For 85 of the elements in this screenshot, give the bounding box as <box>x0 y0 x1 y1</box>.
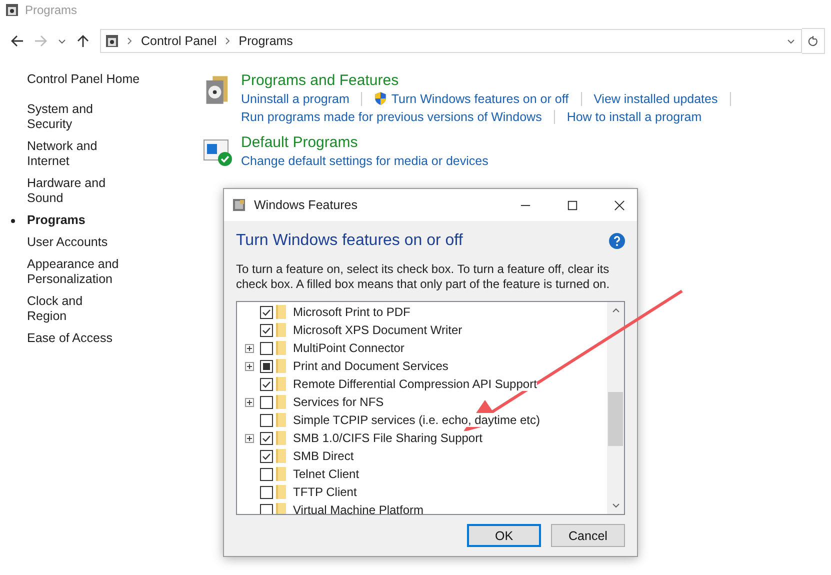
features-icon <box>232 198 246 212</box>
breadcrumb[interactable]: Programs <box>238 34 293 48</box>
link[interactable]: Uninstall a program <box>241 90 350 108</box>
link[interactable]: Change default settings for media or devices <box>241 152 488 170</box>
checkbox[interactable] <box>260 504 273 514</box>
scrollbar-thumb[interactable] <box>608 392 623 446</box>
shield-icon <box>374 91 388 106</box>
window-title: Programs <box>25 3 78 17</box>
checkbox[interactable] <box>260 486 273 498</box>
dialog-button[interactable]: Cancel <box>551 524 625 547</box>
feature-label[interactable]: SMB 1.0/CIFS File Sharing Support <box>293 431 482 445</box>
refresh-icon <box>807 35 819 47</box>
folder-icon <box>276 359 286 373</box>
sidebar-item[interactable]: Appearance and Personalization <box>27 257 122 287</box>
sidebar-item[interactable]: System and Security <box>27 102 122 132</box>
feature-label[interactable]: Remote Differential Compression API Support <box>293 377 537 391</box>
feature-label[interactable]: SMB Direct <box>293 449 354 463</box>
folder-icon <box>276 413 286 427</box>
sidebar-link[interactable]: Control Panel Home <box>27 72 203 86</box>
folder-icon <box>276 431 286 445</box>
maximize-icon[interactable] <box>567 200 578 210</box>
checkbox[interactable] <box>260 396 273 408</box>
folder-icon <box>276 449 286 463</box>
feature-label[interactable]: Services for NFS <box>293 395 384 409</box>
checkbox[interactable] <box>260 414 273 426</box>
refresh-button[interactable] <box>802 28 825 54</box>
up-arrow-icon[interactable] <box>76 34 90 48</box>
breadcrumb[interactable]: Control Panel <box>141 34 217 48</box>
feature-label[interactable]: Simple TCPIP services (i.e. echo, daytime etc) <box>293 413 540 427</box>
chevron-icon <box>127 37 133 45</box>
expand-icon[interactable] <box>244 344 254 352</box>
close-icon[interactable] <box>614 200 625 210</box>
control-panel-icon <box>105 34 119 48</box>
feature-label[interactable]: MultiPoint Connector <box>293 341 404 355</box>
section-title[interactable]: Programs and Features <box>241 72 735 90</box>
folder-icon <box>276 377 286 391</box>
help-icon[interactable] <box>609 233 625 249</box>
section-title[interactable]: Default Programs <box>241 134 488 152</box>
dialog-button[interactable]: OK <box>467 524 541 547</box>
dropdown-caret-icon[interactable] <box>58 37 66 45</box>
link[interactable]: How to install a program <box>566 108 702 126</box>
folder-icon <box>276 503 286 514</box>
feature-label[interactable]: Microsoft XPS Document Writer <box>293 323 462 337</box>
checkbox[interactable] <box>260 468 273 480</box>
checkbox[interactable] <box>260 360 273 372</box>
feature-label[interactable]: Telnet Client <box>293 467 360 481</box>
dialog-title: Windows Features <box>254 198 358 212</box>
folder-icon <box>276 467 286 481</box>
folder-icon <box>276 305 286 319</box>
expand-icon[interactable] <box>244 362 254 370</box>
checkbox[interactable] <box>260 450 273 462</box>
control-panel-icon <box>5 3 19 17</box>
folder-icon <box>276 341 286 355</box>
sidebar-item[interactable]: Hardware and Sound <box>27 176 122 206</box>
sidebar-item[interactable]: Network and Internet <box>27 139 122 169</box>
feature-label[interactable]: Virtual Machine Platform <box>293 503 424 514</box>
scroll-up-icon[interactable] <box>612 307 620 315</box>
dropdown-caret-icon[interactable] <box>787 37 795 45</box>
chevron-icon <box>224 37 231 45</box>
folder-icon <box>276 485 286 499</box>
sidebar-item[interactable]: User Accounts <box>27 235 122 250</box>
link[interactable]: Run programs made for previous versions of Windows <box>241 108 542 126</box>
folder-icon <box>276 323 286 337</box>
sidebar-item[interactable]: Programs <box>27 213 122 228</box>
scroll-down-icon[interactable] <box>612 501 620 509</box>
back-arrow-icon[interactable] <box>10 34 24 48</box>
description-text: To turn a feature on, select its check box. To turn a feature off, clear its check box. A filled box means that only part of the feature is turned on. <box>236 262 611 292</box>
expand-icon[interactable] <box>244 398 254 406</box>
sidebar-item[interactable]: Ease of Access <box>27 331 122 346</box>
checkbox[interactable] <box>260 432 273 444</box>
expand-icon[interactable] <box>244 434 254 442</box>
feature-label[interactable]: Microsoft Print to PDF <box>293 305 410 319</box>
feature-label[interactable]: TFTP Client <box>293 485 357 499</box>
link[interactable]: View installed updates <box>594 90 718 108</box>
scrollbar[interactable] <box>607 302 624 514</box>
checkbox[interactable] <box>260 306 273 318</box>
sidebar-item[interactable]: Clock and Region <box>27 294 122 324</box>
feature-label[interactable]: Print and Document Services <box>293 359 448 373</box>
checkbox[interactable] <box>260 378 273 390</box>
address-bar[interactable]: Control Panel Programs <box>100 29 802 53</box>
checkbox[interactable] <box>260 342 273 354</box>
folder-icon <box>276 395 286 409</box>
checkbox[interactable] <box>260 324 273 336</box>
link[interactable]: Turn Windows features on or off <box>374 90 569 108</box>
dialog-heading: Turn Windows features on or off <box>236 232 463 250</box>
